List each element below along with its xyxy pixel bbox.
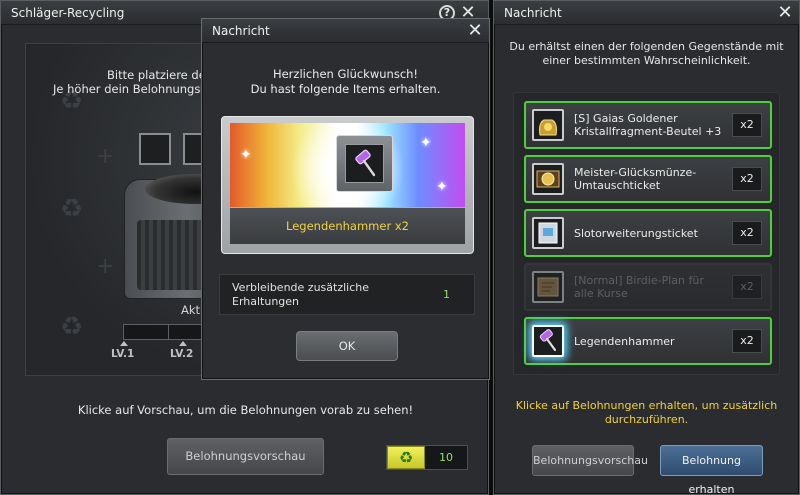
sparkle-icon: ✦ [240, 147, 252, 163]
level-label: LV.2 [170, 341, 194, 360]
map-icon [532, 271, 564, 303]
remaining-claims-label: Verbleibende zusätzliche Erhaltungen [232, 281, 369, 308]
dialog-title: Nachricht [202, 19, 489, 43]
rewards-window: Nachricht ✕ Du erhältst einen der folgen… [493, 0, 800, 495]
recycle-watermark-icon: ♻ [60, 312, 84, 342]
claim-reward-button[interactable]: Belohnung erhalten [660, 445, 763, 495]
close-icon[interactable]: ✕ [466, 22, 484, 40]
item-icon-frame [336, 135, 393, 192]
recycle-icon[interactable]: ♻ [387, 446, 425, 469]
hammer-icon [345, 144, 384, 183]
received-item-name: Legendenhammer x2 [230, 208, 465, 244]
intro-line-2: Je höher dein Belohnungsle [53, 82, 211, 96]
reward-name: [S] Gaias Goldener Kristallfragment-Beut… [574, 112, 722, 138]
plus-watermark-icon: + [96, 144, 115, 169]
reward-item[interactable]: [S] Gaias Goldener Kristallfragment-Beut… [524, 101, 772, 149]
reward-quantity: x2 [732, 113, 762, 137]
claim-hint: Klicke auf Belohnungen erhalten, um zusä… [515, 399, 778, 426]
remaining-claims-box: Verbleibende zusätzliche Erhaltungen 1 [219, 274, 475, 315]
reward-name: [Normal] Birdie-Plan für alle Kurse [574, 274, 704, 300]
congrats-line-1: Herzlichen Glückwunsch! [272, 67, 419, 81]
congrats-message: Herzlichen Glückwunsch! Du hast folgende… [202, 67, 489, 97]
reward-name: Legendenhammer [574, 334, 675, 348]
reward-item[interactable]: Slotorweiterungsticket x2 [524, 209, 772, 257]
rewards-description: Du erhältst einen der folgenden Gegenstä… [509, 40, 784, 67]
gauge-tick [168, 325, 169, 339]
rainbow-burst: ✦ ✦ ✦ [230, 123, 465, 207]
congrats-line-2: Du hast folgende Items erhalten. [250, 82, 441, 96]
reward-preview-button[interactable]: Belohnungsvorschau [167, 438, 324, 475]
received-item-card: ✦ ✦ ✦ Legendenhammer x2 [221, 116, 474, 254]
recycle-count-box: ♻ 10 [386, 445, 468, 470]
remaining-claims-value: 1 [443, 288, 450, 301]
intro-line-1: Bitte platziere den [107, 68, 214, 82]
reward-quantity: x2 [732, 167, 762, 191]
result-dialog: Nachricht ✕ Herzlichen Glückwunsch! Du h… [201, 18, 490, 380]
reward-preview-button[interactable]: Belohnungsvorschau [532, 445, 648, 476]
hammer-icon [532, 325, 564, 357]
reward-item[interactable]: Legendenhammer x2 [524, 317, 772, 365]
bag-icon [532, 109, 564, 141]
plus-watermark-icon: + [96, 254, 115, 279]
item-slot[interactable] [139, 133, 171, 165]
sparkle-icon: ✦ [420, 135, 432, 151]
recycle-count: 10 [439, 451, 453, 464]
rewards-window-title: Nachricht [494, 1, 799, 25]
reward-name: Slotorweiterungsticket [574, 226, 698, 240]
reward-level-gauge [123, 324, 213, 340]
sparkle-icon: ✦ [436, 179, 448, 195]
preview-hint: Klicke auf Vorschau, um die Belohnungen … [77, 403, 414, 417]
coin-icon [532, 163, 564, 195]
reward-item[interactable]: Meister-Glücksmünze-Umtauschticket x2 [524, 155, 772, 203]
reward-quantity: x2 [732, 275, 762, 299]
reward-item[interactable]: [Normal] Birdie-Plan für alle Kurse x2 [524, 263, 772, 311]
ok-button[interactable]: OK [296, 331, 398, 361]
level-label: LV.1 [111, 341, 135, 360]
recycle-watermark-icon: ♻ [60, 194, 84, 224]
reward-quantity: x2 [732, 221, 762, 245]
close-icon[interactable]: ✕ [776, 4, 794, 22]
ticket-icon [532, 217, 564, 249]
reward-quantity: x2 [732, 329, 762, 353]
reward-name: Meister-Glücksmünze-Umtauschticket [574, 166, 697, 192]
